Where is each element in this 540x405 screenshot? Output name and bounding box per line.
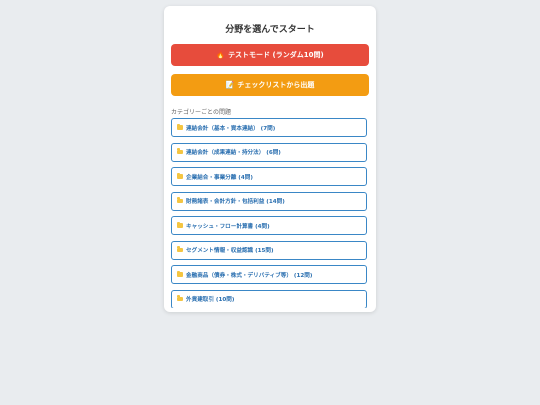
category-label: キャッシュ・フロー計算書 (4問)	[186, 223, 270, 230]
main-card: 分野を選んでスタート 🔥 テストモード (ランダム10問) 📝 チェックリストか…	[164, 6, 376, 312]
category-button[interactable]: 企業結合・事業分離 (4問)	[171, 167, 367, 186]
fire-icon: 🔥	[216, 50, 226, 59]
category-label: 財務諸表・会計方針・包括利益 (14問)	[186, 199, 285, 205]
folder-icon	[177, 197, 183, 204]
category-button[interactable]: キャッシュ・フロー計算書 (4問)	[171, 216, 367, 235]
category-list[interactable]: 連結会計（基本・資本連結） (7問) 連結会計（成果連結・持分法） (6問) 企…	[171, 118, 369, 308]
category-label: 連結会計（基本・資本連結） (7問)	[186, 125, 276, 132]
folder-icon	[177, 123, 183, 130]
category-label: 金融商品（債券・株式・デリバティブ等） (12問)	[186, 272, 313, 279]
category-label: 外貨建取引 (10問)	[186, 297, 235, 303]
category-button[interactable]: 財務諸表・会計方針・包括利益 (14問)	[171, 191, 367, 211]
folder-icon	[177, 246, 183, 253]
category-button[interactable]: セグメント情報・収益認識 (15問)	[171, 240, 367, 260]
folder-icon	[177, 221, 183, 228]
folder-icon	[177, 270, 183, 277]
category-section-label: カテゴリーごとの問題	[171, 109, 231, 116]
category-label: 連結会計（成果連結・持分法） (6問)	[186, 150, 281, 156]
checklist-label: チェックリストから出題	[237, 81, 315, 89]
test-mode-label: テストモード (ランダム10問)	[228, 51, 324, 59]
checklist-button[interactable]: 📝 チェックリストから出題	[171, 74, 369, 96]
test-mode-button[interactable]: 🔥 テストモード (ランダム10問)	[171, 44, 369, 66]
category-button[interactable]: 連結会計（基本・資本連結） (7問)	[171, 118, 367, 137]
category-button[interactable]: 金融商品（債券・株式・デリバティブ等） (12問)	[171, 265, 367, 284]
category-label: セグメント情報・収益認識 (15問)	[186, 248, 274, 254]
folder-icon	[177, 172, 183, 179]
category-button[interactable]: 外貨建取引 (10問)	[171, 289, 367, 308]
category-label: 企業結合・事業分離 (4問)	[186, 174, 253, 181]
folder-icon	[177, 148, 183, 155]
category-button[interactable]: 連結会計（成果連結・持分法） (6問)	[171, 142, 367, 162]
memo-icon: 📝	[225, 80, 235, 89]
folder-icon	[177, 295, 183, 302]
page-title: 分野を選んでスタート	[225, 25, 315, 35]
